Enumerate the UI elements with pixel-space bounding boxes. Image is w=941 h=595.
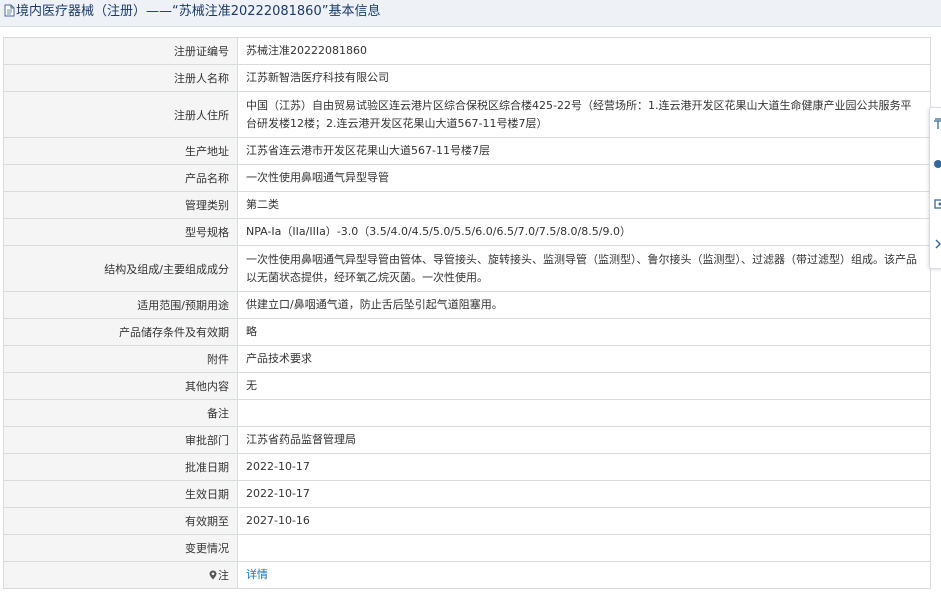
row-value: 一次性使用鼻咽通气异型导管 — [237, 164, 931, 192]
table-row: 型号规格 NPA-Ia（IIa/IIIa）-3.0（3.5/4.0/4.5/5.0… — [3, 218, 931, 246]
note-label-cell: 注 — [3, 561, 238, 589]
row-label: 批准日期 — [3, 453, 238, 481]
page-header: 境内医疗器械（注册）——“苏械注准20222081860”基本信息 — [0, 0, 941, 27]
note-row: 注 详情 — [3, 561, 931, 589]
table-row: 备注 — [3, 399, 931, 427]
row-value: 一次性使用鼻咽通气异型导管由管体、导管接头、旋转接头、监测导管（监测型）、鲁尔接… — [237, 245, 931, 292]
note-label: 注 — [218, 569, 229, 582]
chevron-right-icon[interactable] — [933, 238, 941, 254]
row-label: 注册证编号 — [3, 37, 238, 65]
table-row: 变更情况 — [3, 534, 931, 562]
row-label: 附件 — [3, 345, 238, 373]
row-value: 江苏省连云港市开发区花果山大道567-11号楼7层 — [237, 137, 931, 165]
table-row: 产品名称 一次性使用鼻咽通气异型导管 — [3, 164, 931, 192]
note-value-cell: 详情 — [237, 561, 931, 589]
row-value: 苏械注准20222081860 — [237, 37, 931, 65]
table-row: 管理类别 第二类 — [3, 191, 931, 219]
row-value — [237, 399, 931, 427]
info-table: 注册证编号 苏械注准20222081860 注册人名称 江苏新智浩医疗科技有限公司 … — [3, 37, 931, 589]
table-row: 其他内容无 — [3, 372, 931, 400]
table-row: 生产地址 江苏省连云港市开发区花果山大道567-11号楼7层 — [3, 137, 931, 165]
row-value: 产品技术要求 — [237, 345, 931, 373]
side-toolbar — [929, 107, 941, 269]
table-row: 产品储存条件及有效期略 — [3, 318, 931, 346]
row-value: 略 — [237, 318, 931, 346]
side-icon-2[interactable] — [933, 158, 941, 174]
table-row: 结构及组成/主要组成成分 一次性使用鼻咽通气异型导管由管体、导管接头、旋转接头、监… — [3, 245, 931, 292]
row-value: 中国（江苏）自由贸易试验区连云港片区综合保税区综合楼425-22号（经营场所：1… — [237, 91, 931, 138]
row-value: NPA-Ia（IIa/IIIa）-3.0（3.5/4.0/4.5/5.0/5.5… — [237, 218, 931, 246]
row-label: 型号规格 — [3, 218, 238, 246]
row-value: 供建立口/鼻咽通气道，防止舌后坠引起气道阻塞用。 — [237, 291, 931, 319]
side-icon-1[interactable] — [933, 118, 941, 134]
row-value: 2022-10-17 — [237, 453, 931, 481]
document-icon — [4, 2, 15, 26]
table-row: 审批部门 江苏省药品监督管理局 — [3, 426, 931, 454]
row-value: 江苏省药品监督管理局 — [237, 426, 931, 454]
row-label: 其他内容 — [3, 372, 238, 400]
page-title: 境内医疗器械（注册）——“苏械注准20222081860”基本信息 — [16, 4, 381, 19]
table-row: 注册人名称 江苏新智浩医疗科技有限公司 — [3, 64, 931, 92]
row-value: 2022-10-17 — [237, 480, 931, 508]
table-row: 注册人住所 中国（江苏）自由贸易试验区连云港片区综合保税区综合楼425-22号（经… — [3, 91, 931, 138]
row-label: 注册人名称 — [3, 64, 238, 92]
row-label: 生产地址 — [3, 137, 238, 165]
table-row: 附件 产品技术要求 — [3, 345, 931, 373]
row-label: 备注 — [3, 399, 238, 427]
row-label: 适用范围/预期用途 — [3, 291, 238, 319]
row-label: 管理类别 — [3, 191, 238, 219]
row-value: 无 — [237, 372, 931, 400]
table-row: 注册证编号 苏械注准20222081860 — [3, 37, 931, 65]
row-value: 2027-10-16 — [237, 507, 931, 535]
row-label: 生效日期 — [3, 480, 238, 508]
row-label: 注册人住所 — [3, 91, 238, 138]
row-label: 有效期至 — [3, 507, 238, 535]
row-value: 第二类 — [237, 191, 931, 219]
row-value — [237, 534, 931, 562]
table-row: 适用范围/预期用途 供建立口/鼻咽通气道，防止舌后坠引起气道阻塞用。 — [3, 291, 931, 319]
table-row: 批准日期 2022-10-17 — [3, 453, 931, 481]
side-icon-3[interactable] — [933, 198, 941, 214]
row-label: 结构及组成/主要组成成分 — [3, 245, 238, 292]
pin-icon — [209, 570, 217, 583]
row-label: 产品储存条件及有效期 — [3, 318, 238, 346]
row-label: 产品名称 — [3, 164, 238, 192]
details-link[interactable]: 详情 — [246, 568, 268, 581]
table-row: 有效期至 2027-10-16 — [3, 507, 931, 535]
row-value: 江苏新智浩医疗科技有限公司 — [237, 64, 931, 92]
table-row: 生效日期 2022-10-17 — [3, 480, 931, 508]
row-label: 审批部门 — [3, 426, 238, 454]
row-label: 变更情况 — [3, 534, 238, 562]
